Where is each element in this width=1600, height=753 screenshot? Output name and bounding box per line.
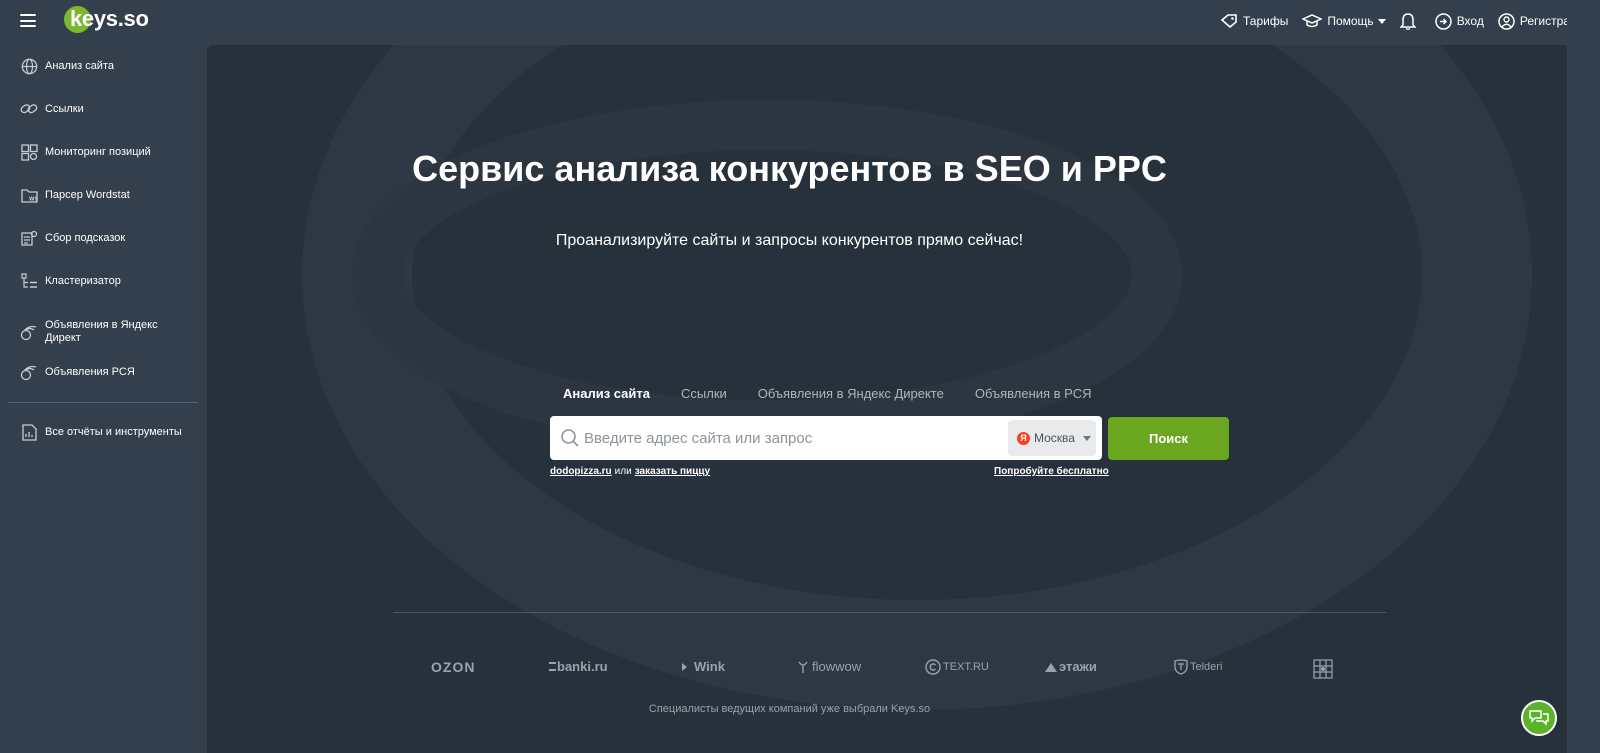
tariffs-label: Тарифы [1242, 14, 1289, 28]
brand-logo-banki: banki.ru [549, 659, 608, 674]
sidebar-item-label: Все отчёты и инструменты [45, 425, 182, 438]
search-box: Я Москва [550, 416, 1102, 460]
sidebar-item-all-reports[interactable]: Все отчёты и инструменты [0, 423, 207, 441]
chevron-down-icon [1377, 18, 1386, 24]
brand-logo-telderi: Telderi [1174, 659, 1222, 675]
notifications-button[interactable] [1399, 12, 1421, 30]
brand-label: TEXT.RU [943, 661, 989, 673]
search-tabs: Анализ сайта Ссылки Объявления в Яндекс … [563, 386, 1123, 401]
sidebar-item-label: Мониторинг позиций [45, 145, 151, 158]
shield-t-icon [1174, 659, 1188, 675]
chat-button[interactable] [1521, 700, 1557, 736]
client-logos: OZON banki.ru Wink flowwow TEXT.RU этажи… [393, 655, 1386, 681]
sidebar-divider [8, 402, 198, 403]
top-bar: keys.so Тарифы Помощь Вход Регистрация [0, 0, 1600, 45]
hero-subtitle: Проанализируйте сайты и запросы конкурен… [555, 232, 1024, 249]
flower-icon [798, 661, 808, 673]
bell-icon [1399, 13, 1416, 30]
sidebar-item-label: Объявления в Яндекс Директ [45, 319, 158, 344]
sidebar-item-site-analysis[interactable]: Анализ сайта [0, 57, 207, 75]
grid-monitor-icon [20, 143, 38, 161]
region-label: Москва [1034, 431, 1075, 445]
brand-label: Wink [694, 659, 725, 674]
globe-icon [20, 57, 38, 75]
yandex-badge-icon: Я [1017, 431, 1030, 445]
brand-label: banki.ru [557, 659, 608, 674]
login-icon [1434, 12, 1452, 30]
main-panel: Сервис анализа конкурентов в SEO и PPC П… [207, 45, 1567, 753]
ads-rsya-icon [20, 363, 38, 381]
ads-icon [20, 323, 38, 341]
example-query-link[interactable]: заказать пиццу [635, 466, 710, 477]
house-icon [1045, 662, 1057, 672]
scrollbar-area [1567, 0, 1600, 753]
suggest-icon [20, 229, 38, 247]
search-button[interactable]: Поиск [1108, 417, 1229, 460]
tab-yandex-direct-ads[interactable]: Объявления в Яндекс Директе [758, 386, 944, 401]
search-icon [561, 429, 579, 447]
login-link[interactable]: Вход [1434, 12, 1484, 30]
link-icon [20, 100, 38, 118]
sidebar-item-label: Анализ сайта [45, 59, 114, 72]
login-label: Вход [1456, 14, 1484, 28]
report-icon [20, 423, 38, 441]
brand-logo-ozon: OZON [431, 659, 476, 675]
brand-label: Telderi [1190, 661, 1223, 673]
brand-logo-etazhi: этажи [1045, 659, 1097, 674]
top-actions: Тарифы Помощь Вход Регистрация [1206, 0, 1590, 42]
brand-label: flowwow [812, 659, 862, 674]
search-input[interactable] [584, 424, 999, 452]
sidebar-item-label: Сбор подсказок [45, 231, 126, 244]
example-site-link[interactable]: dodopizza.ru [550, 466, 612, 477]
try-free-link[interactable]: Попробуйте бесплатно [994, 466, 1109, 477]
user-icon [1498, 12, 1515, 30]
tariffs-link[interactable]: Тарифы [1220, 14, 1288, 28]
tag-icon [1220, 14, 1237, 28]
sidebar-item-label: Парсер Wordstat [45, 188, 130, 201]
sidebar-item-links[interactable]: Ссылки [0, 100, 207, 118]
copyright-icon [925, 659, 941, 675]
footer-note: Специалисты ведущих компаний уже выбрали… [648, 703, 931, 715]
sidebar-item-rsya-ads[interactable]: Объявления РСЯ [0, 363, 207, 381]
search-examples: dodopizza.ru или заказать пиццу [550, 466, 710, 477]
logo[interactable]: keys.so [64, 4, 149, 34]
brand-logo-textru: TEXT.RU [925, 659, 989, 675]
graduation-cap-icon [1302, 14, 1323, 28]
sidebar-item-suggestions[interactable]: Сбор подсказок [0, 229, 207, 247]
sidebar-item-label: Объявления РСЯ [45, 365, 135, 378]
region-select[interactable]: Я Москва [1008, 420, 1096, 456]
cluster-icon [20, 272, 38, 290]
divider [393, 612, 1386, 613]
tab-links[interactable]: Ссылки [681, 386, 727, 401]
sidebar-item-label: Кластеризатор [45, 274, 121, 287]
sidebar-item-yandex-direct-ads[interactable]: Объявления в Яндекс Директ [0, 319, 207, 345]
sidebar-item-wordstat-parser[interactable]: WS Парсер Wordstat [0, 186, 207, 204]
sidebar-item-label: Ссылки [45, 102, 84, 115]
brand-logo-pattern [1313, 659, 1333, 679]
sidebar-item-clusterizer[interactable]: Кластеризатор [0, 272, 207, 290]
help-dropdown[interactable]: Помощь [1302, 14, 1386, 28]
sidebar: Анализ сайта Ссылки Мониторинг позиций W… [0, 45, 207, 753]
pattern-logo-icon [1313, 659, 1333, 679]
chevron-down-icon [1082, 435, 1091, 441]
brand-label: этажи [1059, 659, 1097, 674]
example-or-text: или [614, 466, 632, 477]
brand-logo-wink: Wink [681, 659, 725, 674]
wink-arrow-icon [682, 662, 687, 671]
chat-icon [1529, 710, 1549, 726]
svg-text:WS: WS [29, 197, 38, 203]
help-label: Помощь [1327, 14, 1374, 28]
tab-rsya-ads[interactable]: Объявления в РСЯ [975, 386, 1092, 401]
logo-text: keys.so [70, 6, 149, 31]
banki-mark-icon [549, 662, 556, 671]
folder-ws-icon: WS [20, 186, 38, 204]
brand-logo-flowwow: flowwow [797, 659, 861, 674]
tab-site-analysis[interactable]: Анализ сайта [563, 386, 650, 401]
hero-title: Сервис анализа конкурентов в SEO и PPC [412, 148, 1167, 189]
menu-icon[interactable] [20, 14, 36, 28]
sidebar-item-position-monitoring[interactable]: Мониторинг позиций [0, 143, 207, 161]
